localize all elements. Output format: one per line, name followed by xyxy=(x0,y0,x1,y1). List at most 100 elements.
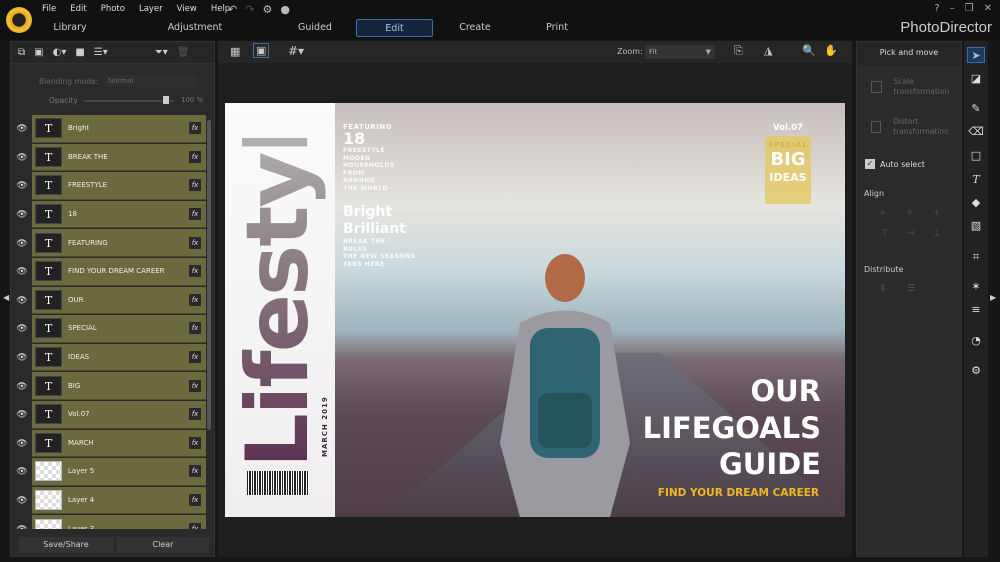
tab-edit[interactable]: Edit xyxy=(356,19,433,37)
fx-button[interactable]: fx xyxy=(189,208,201,221)
distribute-vertical-icon[interactable]: ☰ xyxy=(907,284,921,294)
redo-icon[interactable]: ↷ xyxy=(245,3,254,16)
visibility-eye-icon[interactable]: 👁 xyxy=(13,382,31,392)
fx-button[interactable]: fx xyxy=(189,465,201,478)
align-right-icon[interactable]: ⫣ xyxy=(933,208,947,218)
visibility-eye-icon[interactable]: 👁 xyxy=(13,124,31,134)
tab-create[interactable]: Create xyxy=(433,19,517,37)
fx-button[interactable]: fx xyxy=(189,122,201,135)
save-share-button[interactable]: Save/Share xyxy=(19,537,113,553)
fx-button[interactable]: fx xyxy=(189,436,201,449)
blending-mode-select[interactable]: Normal xyxy=(104,75,197,87)
layer-row[interactable]: 👁 Layer 4 fx xyxy=(13,486,206,516)
layer-row[interactable]: 👁 T IDEAS fx xyxy=(13,343,206,373)
distribute-horizontal-icon[interactable]: ⫴ xyxy=(881,284,895,294)
fx-button[interactable]: fx xyxy=(189,293,201,306)
layer-row[interactable]: 👁 T 18 fx xyxy=(13,200,206,230)
tab-library[interactable]: Library xyxy=(30,19,110,37)
compare-view-icon[interactable]: ▦ xyxy=(230,45,240,58)
pick-move-tool-icon[interactable]: ➤ xyxy=(967,47,985,63)
zoom-select[interactable]: Fit ▼ xyxy=(645,45,715,59)
visibility-eye-icon[interactable]: 👁 xyxy=(13,210,31,220)
menu-file[interactable]: File xyxy=(42,4,56,14)
fx-button[interactable]: fx xyxy=(189,522,201,529)
settings-tool-icon[interactable]: ⚙ xyxy=(967,363,985,379)
fill-tool-icon[interactable]: ◆ xyxy=(967,195,985,211)
visibility-eye-icon[interactable]: 👁 xyxy=(13,153,31,163)
align-center-icon[interactable]: ⫩ xyxy=(907,208,921,218)
layer-row[interactable]: 👁 T FREESTYLE fx xyxy=(13,172,206,201)
fx-button[interactable]: fx xyxy=(189,265,201,278)
distort-transformation-button[interactable]: Distort transformation xyxy=(871,117,961,137)
visibility-eye-icon[interactable]: 👁 xyxy=(13,496,31,506)
layer-row[interactable]: 👁 Layer 5 fx xyxy=(13,458,206,487)
fx-button[interactable]: fx xyxy=(189,494,201,507)
opacity-slider-handle[interactable] xyxy=(163,96,169,104)
opacity-slider[interactable] xyxy=(84,100,174,102)
fx-button[interactable]: fx xyxy=(189,379,201,392)
help-button[interactable]: ? xyxy=(934,3,939,14)
align-top-icon[interactable]: ⊤ xyxy=(881,229,895,239)
clear-button[interactable]: Clear xyxy=(117,537,209,553)
menu-photo[interactable]: Photo xyxy=(101,4,125,14)
visibility-eye-icon[interactable]: 👁 xyxy=(13,239,31,249)
align-bottom-icon[interactable]: ⊥ xyxy=(933,229,947,239)
collapse-right-icon[interactable]: ▶ xyxy=(990,293,996,302)
layer-row[interactable]: 👁 T Vol.07 fx xyxy=(13,400,206,430)
visibility-eye-icon[interactable]: 👁 xyxy=(13,353,31,363)
layer-row[interactable]: 👁 Layer 3 fx xyxy=(13,515,206,529)
align-middle-icon[interactable]: ⊣ xyxy=(907,229,921,239)
gradient-tool-icon[interactable]: ▧ xyxy=(967,218,985,234)
magazine-cover-image[interactable]: Lifestyle MARCH 2019 FEATURING 18 FREEST… xyxy=(225,103,845,517)
layer-options-icon[interactable]: ☰▾ xyxy=(94,47,108,58)
selection-brush-tool-icon[interactable]: ◪ xyxy=(967,71,985,87)
visibility-eye-icon[interactable]: 👁 xyxy=(13,467,31,477)
fx-button[interactable]: fx xyxy=(189,179,201,192)
scale-transformation-button[interactable]: Scale transformation xyxy=(871,77,961,97)
close-button[interactable]: ✕ xyxy=(984,3,992,14)
crop-tool-icon[interactable]: ⌗ xyxy=(967,249,985,265)
single-view-icon[interactable]: ▣ xyxy=(253,43,270,58)
color-tool-icon[interactable]: ◔ xyxy=(967,333,985,349)
visibility-eye-icon[interactable]: 👁 xyxy=(13,410,31,420)
layer-row[interactable]: 👁 T OUR fx xyxy=(13,286,206,316)
restore-button[interactable]: ❐ xyxy=(965,3,974,14)
zoom-tool-icon[interactable]: 🔍 xyxy=(802,44,816,57)
menu-view[interactable]: View xyxy=(177,4,197,14)
layer-row[interactable]: 👁 T FIND YOUR DREAM CAREER fx xyxy=(13,257,206,287)
mask-icon[interactable]: ◐▾ xyxy=(53,47,67,58)
menu-edit[interactable]: Edit xyxy=(70,4,86,14)
undo-icon[interactable]: ↶ xyxy=(228,3,237,16)
brush-tool-icon[interactable]: ✎ xyxy=(967,101,985,117)
layer-row[interactable]: 👁 T MARCH fx xyxy=(13,429,206,459)
fx-button[interactable]: fx xyxy=(189,322,201,335)
layer-list-scrollbar[interactable] xyxy=(207,120,211,430)
fx-button[interactable]: fx xyxy=(189,236,201,249)
layer-row[interactable]: 👁 T Bright fx xyxy=(13,115,206,144)
adjustments-tool-icon[interactable]: ≡ xyxy=(967,302,985,318)
add-image-layer-icon[interactable]: ▣ xyxy=(34,47,43,58)
eraser-tool-icon[interactable]: ⌫ xyxy=(967,124,985,140)
layer-style-icon[interactable]: ■ xyxy=(75,47,84,58)
visibility-eye-icon[interactable]: 👁 xyxy=(13,324,31,334)
minimize-button[interactable]: – xyxy=(950,3,955,14)
magic-wand-tool-icon[interactable]: ✶ xyxy=(967,279,985,295)
delete-icon[interactable]: 🗑 xyxy=(177,47,190,58)
filter-icon[interactable]: ⏷▾ xyxy=(155,47,168,58)
fx-button[interactable]: fx xyxy=(189,408,201,421)
shape-tool-icon[interactable]: □ xyxy=(967,148,985,164)
auto-select-checkbox[interactable]: ✓ Auto select xyxy=(865,159,925,169)
rotate-icon[interactable]: ⎘ xyxy=(734,44,743,58)
layer-row[interactable]: 👁 T FEATURING fx xyxy=(13,229,206,258)
hand-tool-icon[interactable]: ✋ xyxy=(824,44,838,57)
align-left-icon[interactable]: ⫦ xyxy=(881,208,895,218)
notification-icon[interactable]: ● xyxy=(280,3,290,16)
grid-icon[interactable]: #▾ xyxy=(288,44,304,58)
visibility-eye-icon[interactable]: 👁 xyxy=(13,181,31,191)
flip-icon[interactable]: ◮ xyxy=(764,44,772,57)
fx-button[interactable]: fx xyxy=(189,150,201,163)
text-tool-icon[interactable]: T xyxy=(967,172,985,188)
visibility-eye-icon[interactable]: 👁 xyxy=(13,267,31,277)
menu-layer[interactable]: Layer xyxy=(139,4,163,14)
visibility-eye-icon[interactable]: 👁 xyxy=(13,439,31,449)
